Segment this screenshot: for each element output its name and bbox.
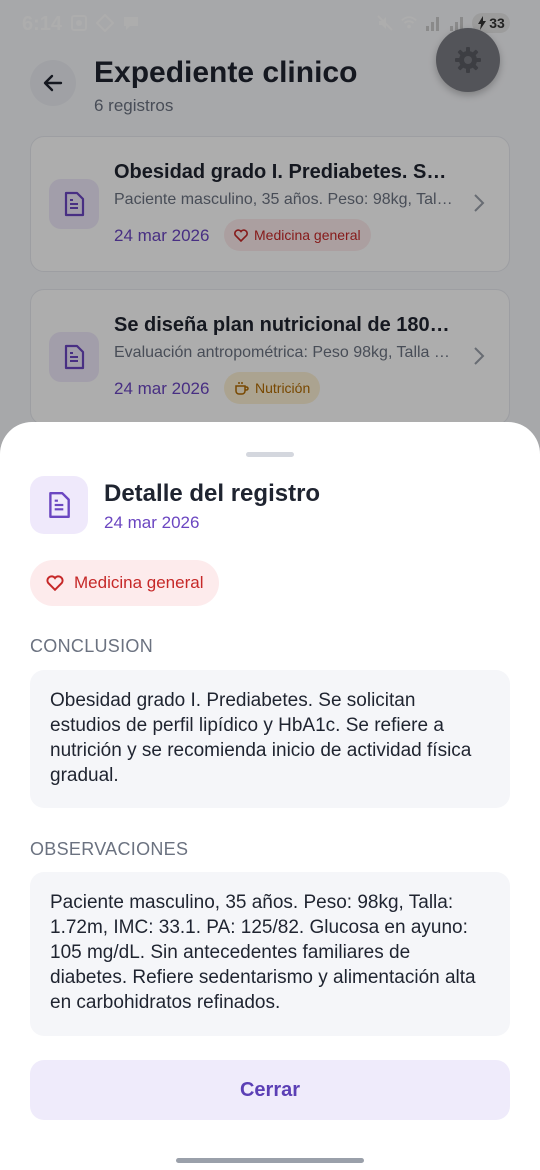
specialty-label: Medicina general [74, 573, 204, 592]
record-detail-sheet: Detalle del registro 24 mar 2026 Medicin… [0, 422, 540, 1170]
sheet-date: 24 mar 2026 [104, 513, 200, 532]
observations-text: Paciente masculino, 35 años. Peso: 98kg,… [30, 872, 510, 1036]
drag-handle[interactable] [246, 452, 294, 457]
sheet-title: Detalle del registro [104, 480, 321, 507]
specialty-badge: Medicina general [30, 560, 220, 606]
heart-icon [46, 575, 64, 591]
document-icon [30, 476, 88, 534]
observations-label: OBSERVACIONES [30, 839, 189, 859]
gesture-navigation-bar[interactable] [176, 1158, 364, 1163]
conclusion-label: CONCLUSION [30, 636, 154, 656]
conclusion-text: Obesidad grado I. Prediabetes. Se solici… [30, 670, 510, 808]
close-button[interactable]: Cerrar [30, 1060, 510, 1120]
